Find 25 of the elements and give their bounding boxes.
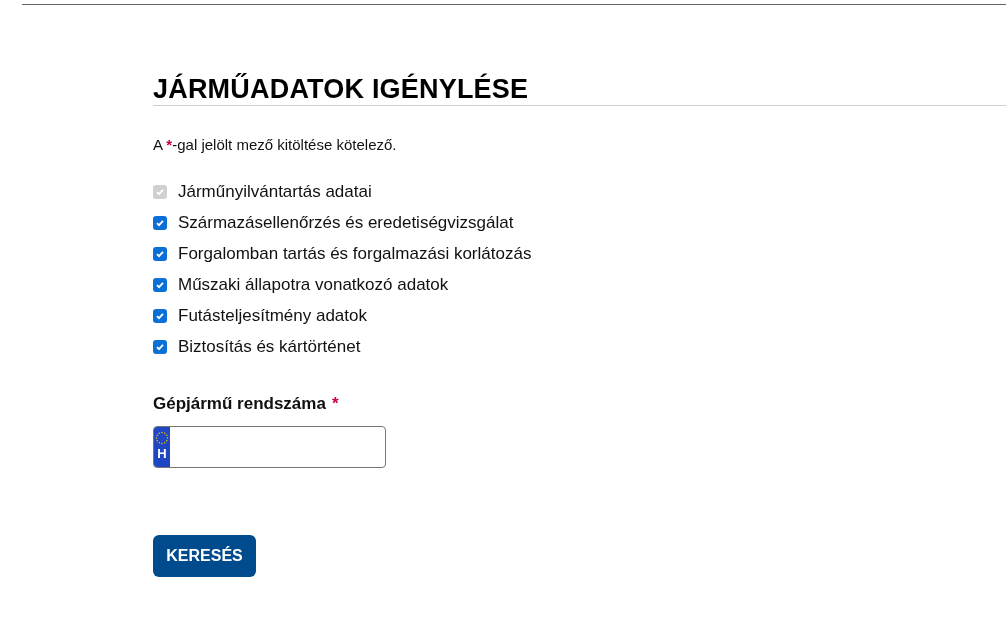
checkbox[interactable] bbox=[153, 277, 167, 292]
checkbox-label: Futásteljesítmény adatok bbox=[178, 304, 367, 327]
country-code: H bbox=[157, 445, 167, 462]
check-icon bbox=[155, 341, 165, 352]
required-mark: * bbox=[331, 393, 339, 415]
checkbox[interactable] bbox=[153, 308, 167, 323]
plate-input-field[interactable]: H bbox=[153, 425, 386, 468]
checkbox-label: Járműnyilvántartás adatai bbox=[178, 180, 372, 203]
check-icon bbox=[155, 310, 165, 321]
field-label: Gépjármű rendszáma bbox=[153, 393, 326, 415]
page-heading: JÁRMŰADATOK IGÉNYLÉSE bbox=[153, 73, 529, 105]
check-icon bbox=[155, 217, 165, 228]
check-icon bbox=[155, 186, 165, 197]
eu-stars-icon bbox=[154, 429, 170, 446]
checkbox[interactable] bbox=[153, 246, 167, 261]
check-icon bbox=[155, 279, 165, 290]
search-button[interactable]: KERESÉS bbox=[153, 534, 256, 577]
checkbox-label: Forgalomban tartás és forgalmazási korlátozás bbox=[178, 242, 532, 265]
checkbox[interactable] bbox=[153, 215, 167, 230]
checkbox-label: Származásellenőrzés és eredetiségvizsgálat bbox=[178, 211, 514, 234]
check-icon bbox=[155, 248, 165, 259]
required-note: A *-gal jelölt mező kitöltése kötelező. bbox=[153, 135, 397, 155]
checkbox-label: Műszaki állapotra vonatkozó adatok bbox=[178, 273, 449, 296]
checkbox-label: Biztosítás és kártörténet bbox=[178, 335, 361, 358]
checkbox[interactable] bbox=[153, 339, 167, 354]
